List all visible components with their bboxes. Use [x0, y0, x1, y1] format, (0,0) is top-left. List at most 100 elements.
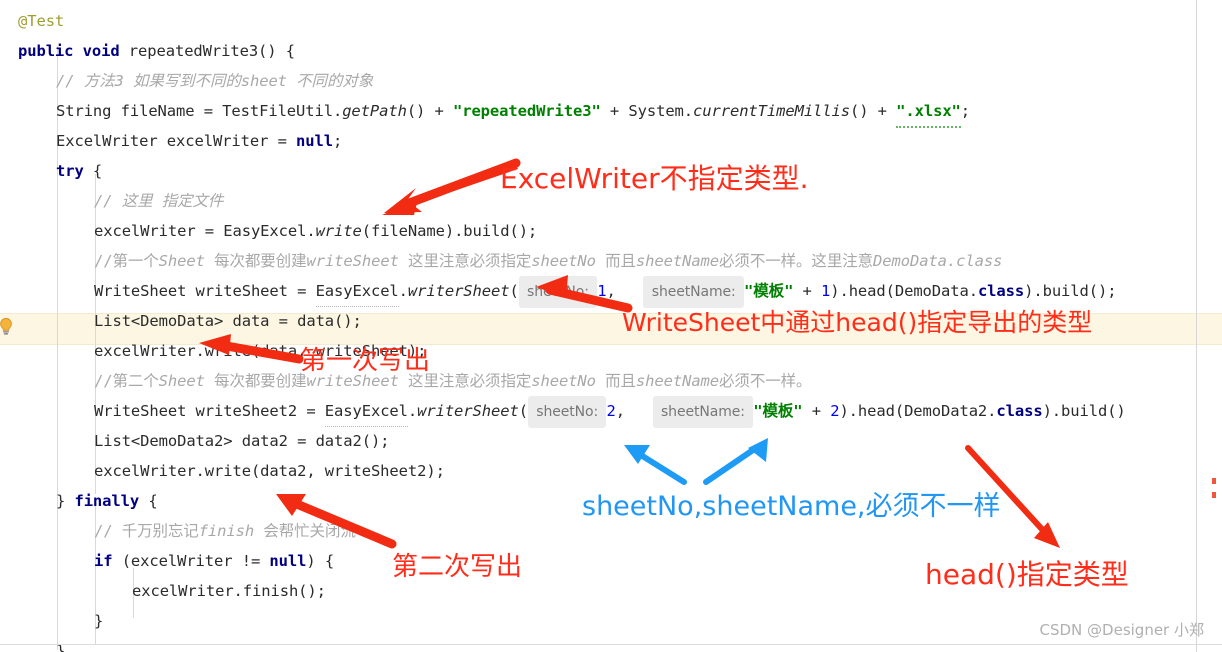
- code-line[interactable]: excelWriter = EasyExcel.write(fileName).…: [0, 216, 1222, 246]
- code-token: if: [94, 552, 113, 570]
- code-token: EasyExcel: [324, 396, 408, 427]
- code-token: ).build();: [1024, 282, 1117, 300]
- code-token: () +: [849, 102, 897, 120]
- code-token: (: [518, 402, 528, 420]
- code-line[interactable]: // 方法3 如果写到不同的sheet 不同的对象: [0, 66, 1222, 96]
- code-token: {: [83, 162, 103, 180]
- code-token: "模板": [753, 402, 803, 420]
- code-token: ).head(DemoData.: [830, 282, 978, 300]
- code-token: null: [296, 132, 333, 150]
- arrow-to-second-write: [276, 494, 397, 549]
- code-token: Sheet: [158, 252, 205, 270]
- code-token: "repeatedWrite3": [452, 102, 601, 120]
- note-excelwriter-type: ExcelWriter不指定类型.: [500, 162, 809, 195]
- code-token: sheetNo: [531, 372, 596, 390]
- code-token: class: [977, 282, 1025, 300]
- code-token: .: [407, 402, 418, 420]
- code-token: finish: [198, 522, 255, 540]
- code-screenshot: @Test public void repeatedWrite3() { // 方法…: [0, 0, 1222, 652]
- error-stripe-marker[interactable]: [1212, 478, 1216, 484]
- code-token: () +: [406, 102, 453, 120]
- code-token: void: [82, 42, 120, 60]
- code-token: //第一个: [94, 252, 159, 270]
- code-line[interactable]: public void repeatedWrite3() {: [0, 36, 1222, 66]
- code-token: ExcelWriter excelWriter =: [56, 132, 297, 150]
- csdn-watermark: CSDN @Designer 小郑: [1039, 621, 1205, 639]
- note-first-write: 第一次写出: [300, 346, 431, 376]
- code-token: // 这里 指定文件: [94, 192, 224, 210]
- code-token: 这里注意必须指定: [398, 252, 532, 270]
- code-token: + System.: [600, 102, 694, 120]
- code-token: WriteSheet writeSheet2 =: [94, 402, 325, 420]
- code-token: ,: [615, 402, 653, 420]
- code-token: "模板": [744, 282, 794, 300]
- code-token: Sheet: [158, 372, 205, 390]
- code-token: excelWriter = EasyExcel.: [94, 222, 316, 240]
- code-line[interactable]: @Test: [0, 6, 1222, 36]
- code-token: EasyExcel: [315, 276, 399, 307]
- code-token: DemoData.class: [873, 252, 1003, 270]
- code-token: List<DemoData> data = data();: [94, 312, 362, 330]
- code-token: 每次都要创建: [204, 252, 307, 270]
- code-token: +: [793, 282, 821, 300]
- code-token: 2: [606, 402, 616, 420]
- code-line[interactable]: String fileName = TestFileUtil.getPath()…: [0, 96, 1222, 128]
- code-token: // 千万别忘记: [94, 522, 199, 540]
- code-token: sheetName: [635, 252, 720, 270]
- code-token: (excelWriter !=: [112, 552, 270, 570]
- code-token: repeatedWrite3() {: [119, 42, 295, 60]
- code-token: writeSheet: [306, 252, 399, 270]
- code-token: ).build(): [1042, 402, 1126, 420]
- code-token: 1: [821, 282, 831, 300]
- code-token: ;: [960, 102, 971, 120]
- code-token: // 方法3 如果写到不同的sheet 不同的对象: [56, 72, 374, 90]
- code-token: 必须不一样。这里注意: [719, 252, 874, 270]
- note-head-type: head()指定类型: [925, 558, 1129, 591]
- code-token: try: [56, 162, 84, 180]
- code-line[interactable]: //第二个Sheet 每次都要创建writeSheet 这里注意必须指定shee…: [0, 366, 1222, 396]
- code-token: ;: [332, 132, 343, 150]
- code-token: //第二个: [94, 372, 159, 390]
- code-token: public: [18, 42, 74, 60]
- code-token: writerSheet: [407, 282, 510, 300]
- code-line[interactable]: excelWriter.write(data, writeSheet);: [0, 336, 1222, 366]
- lightbulb-icon[interactable]: [0, 316, 16, 336]
- code-token: class: [996, 402, 1043, 420]
- code-token: .: [398, 282, 408, 300]
- right-margin-rule: [1196, 0, 1197, 652]
- code-token: 2: [830, 402, 840, 420]
- arrow-blue-left-sheetno: [624, 445, 687, 485]
- code-token: }: [94, 612, 104, 630]
- arrow-blue-right-sheetname: [703, 438, 768, 485]
- code-token: excelWriter.finish();: [132, 582, 326, 600]
- code-token: (: [509, 282, 519, 300]
- code-token: 每次都要创建: [204, 372, 307, 390]
- code-token: sheetNo:: [527, 396, 607, 428]
- code-token: 必须不一样。: [719, 372, 812, 390]
- code-token: writerSheet: [417, 402, 519, 420]
- code-token: getPath: [342, 102, 407, 120]
- code-token: excelWriter.write(data2, writeSheet2);: [94, 462, 445, 480]
- code-token: finally: [74, 492, 140, 510]
- code-token: +: [802, 402, 831, 420]
- code-token: currentTimeMillis: [693, 102, 850, 120]
- code-line[interactable]: WriteSheet writeSheet2 = EasyExcel.write…: [0, 396, 1222, 428]
- arrow-to-first-write: [199, 334, 304, 364]
- code-token: }: [56, 492, 75, 510]
- code-token: List<DemoData2> data2 = data2();: [94, 432, 390, 450]
- code-token: sheetName:: [652, 396, 754, 428]
- code-token: WriteSheet writeSheet =: [94, 282, 316, 300]
- code-token: write: [315, 222, 362, 240]
- code-line[interactable]: ExcelWriter excelWriter = null;: [0, 126, 1222, 156]
- code-token: {: [139, 492, 158, 510]
- error-stripe-marker[interactable]: [1212, 492, 1216, 498]
- code-token: ).head(DemoData2.: [839, 402, 997, 420]
- editor-bottom-border: [0, 644, 1222, 645]
- code-token: @Test: [18, 12, 65, 30]
- code-token: String fileName = TestFileUtil.: [56, 102, 343, 120]
- note-sheet-must-differ: sheetNo,sheetName,必须不一样: [582, 491, 1001, 522]
- code-token: sheetName: [635, 372, 720, 390]
- note-writesheet-head: WriteSheet中通过head()指定导出的类型: [622, 308, 1093, 337]
- arrow-to-writesheet-line: [536, 275, 633, 313]
